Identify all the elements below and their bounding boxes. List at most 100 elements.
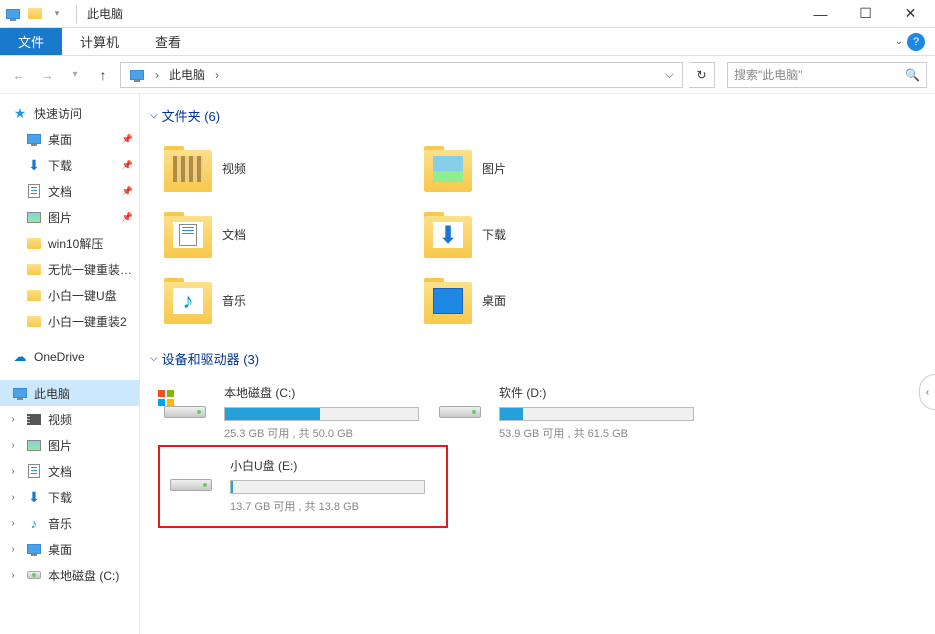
sidebar-label: 下载 (48, 157, 116, 174)
folder-videos[interactable]: 视频 (158, 135, 418, 201)
refresh-button[interactable]: ↻ (689, 62, 715, 88)
search-icon: 🔍 (905, 68, 920, 82)
folder-icon[interactable] (26, 5, 44, 23)
download-icon: ⬇ (26, 489, 42, 505)
sidebar-desktop2[interactable]: › 桌面 (0, 536, 139, 562)
drive-e[interactable]: 小白U盘 (E:) 13.7 GB 可用 , 共 13.8 GB (158, 445, 448, 528)
folder-documents[interactable]: 文档 (158, 201, 418, 267)
folder-icon (26, 261, 42, 277)
sidebar-label: 无忧一键重装系统 (48, 261, 139, 278)
drive-d[interactable]: 软件 (D:) 53.9 GB 可用 , 共 61.5 GB (433, 378, 708, 447)
sidebar-downloads[interactable]: ⬇ 下载 📌 (0, 152, 139, 178)
sidebar-pictures2[interactable]: › 图片 (0, 432, 139, 458)
dropdown-icon[interactable]: ▾ (48, 5, 66, 23)
pin-icon: 📌 (122, 160, 133, 171)
this-pc-icon[interactable] (4, 5, 22, 23)
breadcrumb-icon (127, 65, 147, 85)
drive-c[interactable]: 本地磁盘 (C:) 25.3 GB 可用 , 共 50.0 GB (158, 378, 433, 447)
chevron-right-icon[interactable]: › (211, 68, 223, 82)
sidebar-documents2[interactable]: › 文档 (0, 458, 139, 484)
picture-icon (26, 437, 42, 453)
breadcrumb[interactable]: › 此电脑 › ⌵ (120, 62, 683, 88)
download-folder-icon: ⬇ (424, 210, 472, 258)
sidebar-xiaobai-udisk[interactable]: 小白一键U盘 (0, 282, 139, 308)
search-input[interactable]: 搜索"此电脑" 🔍 (727, 62, 927, 88)
expand-icon[interactable]: › (8, 440, 18, 451)
expand-icon[interactable]: › (8, 518, 18, 529)
ribbon-tab-computer[interactable]: 计算机 (62, 28, 137, 55)
folder-label: 图片 (482, 160, 506, 177)
sidebar-pictures[interactable]: 图片 📌 (0, 204, 139, 230)
breadcrumb-location[interactable]: 此电脑 (163, 66, 211, 83)
expand-icon[interactable]: › (8, 570, 18, 581)
folders-section-header[interactable]: ⌵ 文件夹 (6) (148, 102, 927, 135)
sidebar-documents[interactable]: 文档 📌 (0, 178, 139, 204)
pin-icon: 📌 (122, 134, 133, 145)
desktop-icon (26, 541, 42, 557)
video-icon (26, 411, 42, 427)
sidebar-label: 桌面 (48, 541, 139, 558)
download-icon: ⬇ (26, 157, 42, 173)
sidebar-win10unzip[interactable]: win10解压 (0, 230, 139, 256)
picture-folder-icon (424, 144, 472, 192)
nav-forward-button[interactable]: → (36, 64, 58, 86)
ribbon-expand-icon[interactable]: ⌄ (895, 36, 903, 47)
sidebar-label: 下载 (48, 489, 139, 506)
folder-icon (26, 313, 42, 329)
sidebar-quick-access[interactable]: ★ 快速访问 (0, 100, 139, 126)
sidebar-downloads2[interactable]: › ⬇ 下载 (0, 484, 139, 510)
breadcrumb-dropdown[interactable]: ⌵ (659, 67, 680, 82)
drive-usage-bar (230, 480, 425, 494)
expand-icon[interactable]: › (8, 466, 18, 477)
maximize-button[interactable]: ☐ (843, 0, 888, 28)
folder-music[interactable]: ♪ 音乐 (158, 267, 418, 333)
desktop-folder-icon (424, 276, 472, 324)
ribbon-tab-file[interactable]: 文件 (0, 28, 62, 55)
chevron-down-icon: ⌵ (150, 110, 158, 121)
chevron-down-icon: ⌵ (150, 353, 158, 364)
sidebar-desktop[interactable]: 桌面 📌 (0, 126, 139, 152)
folder-label: 下载 (482, 226, 506, 243)
search-placeholder: 搜索"此电脑" (734, 66, 803, 83)
sidebar-label: 此电脑 (34, 385, 139, 402)
folder-downloads[interactable]: ⬇ 下载 (418, 201, 678, 267)
sidebar-xiaobai-reinstall2[interactable]: 小白一键重装2 (0, 308, 139, 334)
sidebar-this-pc[interactable]: 此电脑 (0, 380, 139, 406)
this-pc-icon (12, 385, 28, 401)
sidebar-videos[interactable]: › 视频 (0, 406, 139, 432)
sidebar-label: 文档 (48, 463, 139, 480)
sidebar-label: 文档 (48, 183, 116, 200)
close-button[interactable]: ✕ (888, 0, 933, 28)
folder-desktop[interactable]: 桌面 (418, 267, 678, 333)
document-folder-icon (164, 210, 212, 258)
sidebar-label: 图片 (48, 209, 116, 226)
expand-icon[interactable]: › (8, 414, 18, 425)
drive-usage-bar (224, 407, 419, 421)
help-button[interactable]: ? (907, 33, 925, 51)
minimize-button[interactable]: — (798, 0, 843, 28)
sidebar-music[interactable]: › ♪ 音乐 (0, 510, 139, 536)
sidebar-label: win10解压 (48, 235, 139, 252)
sidebar-onedrive[interactable]: ☁ OneDrive (0, 344, 139, 370)
nav-up-button[interactable]: ↑ (92, 64, 114, 86)
ribbon-tab-view[interactable]: 查看 (137, 28, 199, 55)
folder-icon (26, 287, 42, 303)
drive-info: 25.3 GB 可用 , 共 50.0 GB (224, 425, 427, 441)
drive-info: 53.9 GB 可用 , 共 61.5 GB (499, 425, 702, 441)
expand-icon[interactable]: › (8, 492, 18, 503)
sidebar-label: 小白一键重装2 (48, 313, 139, 330)
folder-pictures[interactable]: 图片 (418, 135, 678, 201)
sidebar-local-disk-c[interactable]: › 本地磁盘 (C:) (0, 562, 139, 588)
devices-section-header[interactable]: ⌵ 设备和驱动器 (3) (148, 345, 927, 378)
music-folder-icon: ♪ (164, 276, 212, 324)
sidebar-wuyou[interactable]: 无忧一键重装系统 (0, 256, 139, 282)
addressbar: ← → ▾ ↑ › 此电脑 › ⌵ ↻ 搜索"此电脑" 🔍 (0, 56, 935, 94)
nav-back-button[interactable]: ← (8, 64, 30, 86)
cloud-icon: ☁ (12, 349, 28, 365)
chevron-right-icon[interactable]: › (151, 68, 163, 82)
drive-usage-bar (499, 407, 694, 421)
expand-icon[interactable]: › (8, 544, 18, 555)
star-icon: ★ (12, 105, 28, 121)
drive-name: 小白U盘 (E:) (230, 457, 436, 474)
nav-history-dropdown[interactable]: ▾ (64, 64, 86, 86)
